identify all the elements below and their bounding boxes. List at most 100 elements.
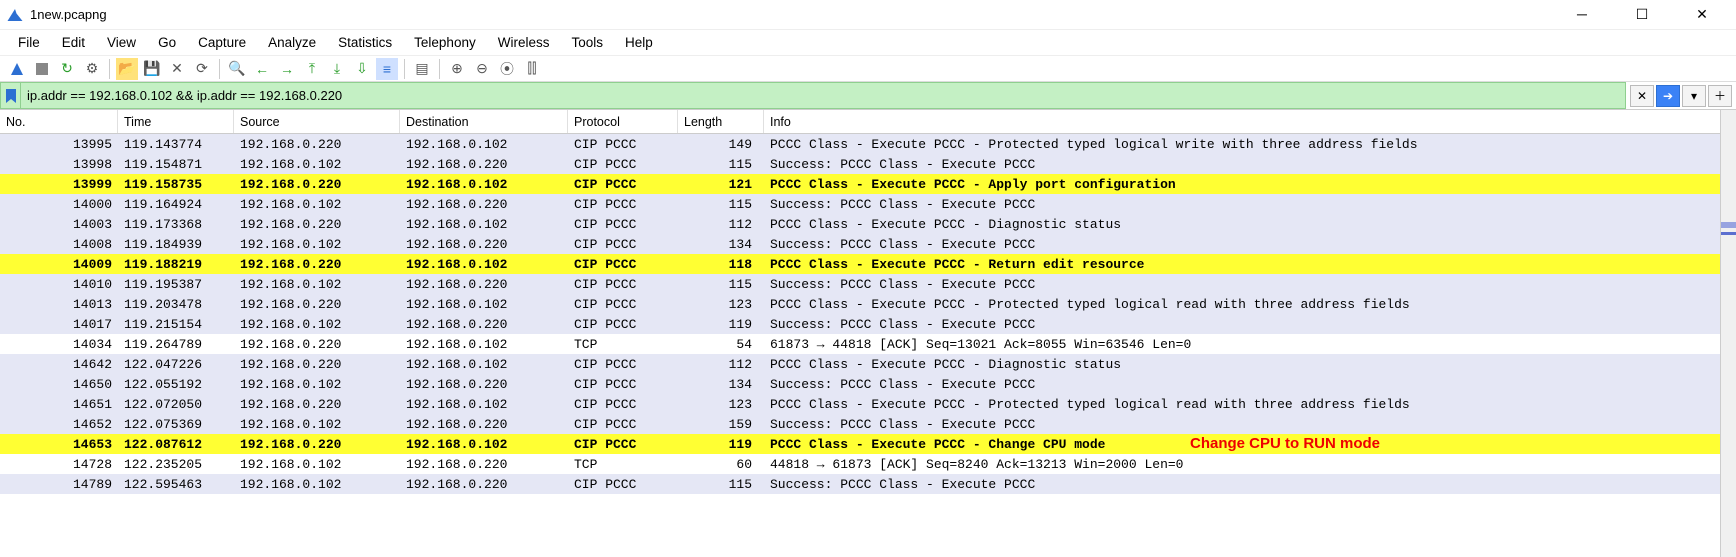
cell-protocol: TCP: [568, 337, 678, 352]
open-file-icon[interactable]: 📂: [116, 58, 138, 80]
clear-filter-button[interactable]: ✕: [1630, 85, 1654, 107]
go-forward-icon[interactable]: →: [276, 58, 298, 80]
cell-time: 119.158735: [118, 177, 234, 192]
col-info[interactable]: Info: [764, 110, 1736, 133]
apply-filter-button[interactable]: ➔: [1656, 85, 1680, 107]
restart-capture-icon[interactable]: ↻: [56, 58, 78, 80]
menu-help[interactable]: Help: [615, 33, 663, 52]
close-file-icon[interactable]: ✕: [166, 58, 188, 80]
resize-columns-icon[interactable]: ⫿⫿: [521, 58, 543, 80]
display-filter-input[interactable]: [20, 82, 1626, 109]
cell-protocol: CIP PCCC: [568, 417, 678, 432]
menu-tools[interactable]: Tools: [561, 33, 613, 52]
close-button[interactable]: ✕: [1684, 6, 1720, 23]
cell-source: 192.168.0.220: [234, 437, 400, 452]
go-back-icon[interactable]: ←: [251, 58, 273, 80]
cell-destination: 192.168.0.102: [400, 437, 568, 452]
table-row[interactable]: 13995119.143774192.168.0.220192.168.0.10…: [0, 134, 1736, 154]
menu-file[interactable]: File: [8, 33, 50, 52]
cell-destination: 192.168.0.102: [400, 137, 568, 152]
cell-source: 192.168.0.220: [234, 217, 400, 232]
filter-history-button[interactable]: ▾: [1682, 85, 1706, 107]
col-source[interactable]: Source: [234, 110, 400, 133]
cell-no: 14728: [0, 457, 118, 472]
cell-time: 119.264789: [118, 337, 234, 352]
cell-no: 14017: [0, 317, 118, 332]
go-to-packet-icon[interactable]: ⤒: [301, 58, 323, 80]
col-length[interactable]: Length: [678, 110, 764, 133]
bookmark-filter-icon[interactable]: [0, 82, 20, 109]
cell-length: 123: [678, 297, 764, 312]
menu-analyze[interactable]: Analyze: [258, 33, 326, 52]
go-first-icon[interactable]: ⤓: [326, 58, 348, 80]
cell-info: PCCC Class - Execute PCCC - Protected ty…: [764, 397, 1736, 412]
cell-source: 192.168.0.102: [234, 317, 400, 332]
table-row[interactable]: 14642122.047226192.168.0.220192.168.0.10…: [0, 354, 1736, 374]
capture-options-icon[interactable]: ⚙: [81, 58, 103, 80]
cell-no: 14009: [0, 257, 118, 272]
cell-length: 159: [678, 417, 764, 432]
cell-length: 123: [678, 397, 764, 412]
zoom-in-icon[interactable]: ⊕: [446, 58, 468, 80]
cell-source: 192.168.0.102: [234, 417, 400, 432]
table-row[interactable]: 14034119.264789192.168.0.220192.168.0.10…: [0, 334, 1736, 354]
cell-protocol: CIP PCCC: [568, 397, 678, 412]
packet-list[interactable]: 13995119.143774192.168.0.220192.168.0.10…: [0, 134, 1736, 494]
cell-source: 192.168.0.102: [234, 237, 400, 252]
cell-source: 192.168.0.220: [234, 297, 400, 312]
zoom-reset-icon[interactable]: ⦿: [496, 58, 518, 80]
table-row[interactable]: 14003119.173368192.168.0.220192.168.0.10…: [0, 214, 1736, 234]
col-protocol[interactable]: Protocol: [568, 110, 678, 133]
menu-edit[interactable]: Edit: [52, 33, 95, 52]
menu-telephony[interactable]: Telephony: [404, 33, 486, 52]
table-row[interactable]: 13998119.154871192.168.0.102192.168.0.22…: [0, 154, 1736, 174]
maximize-button[interactable]: ☐: [1624, 6, 1660, 23]
table-row[interactable]: 14651122.072050192.168.0.220192.168.0.10…: [0, 394, 1736, 414]
zoom-out-icon[interactable]: ⊖: [471, 58, 493, 80]
auto-scroll-icon[interactable]: ≡: [376, 58, 398, 80]
cell-info: PCCC Class - Execute PCCC - Protected ty…: [764, 137, 1736, 152]
cell-destination: 192.168.0.220: [400, 197, 568, 212]
table-row[interactable]: 14008119.184939192.168.0.102192.168.0.22…: [0, 234, 1736, 254]
minimize-button[interactable]: ─: [1564, 6, 1600, 23]
cell-info: Success: PCCC Class - Execute PCCC: [764, 317, 1736, 332]
table-row[interactable]: 14000119.164924192.168.0.102192.168.0.22…: [0, 194, 1736, 214]
reload-file-icon[interactable]: ⟳: [191, 58, 213, 80]
table-row[interactable]: 14789122.595463192.168.0.102192.168.0.22…: [0, 474, 1736, 494]
cell-destination: 192.168.0.220: [400, 377, 568, 392]
cell-info: PCCC Class - Execute PCCC - Protected ty…: [764, 297, 1736, 312]
cell-protocol: CIP PCCC: [568, 237, 678, 252]
stop-capture-icon[interactable]: [31, 58, 53, 80]
cell-time: 122.075369: [118, 417, 234, 432]
go-last-icon[interactable]: ⇩: [351, 58, 373, 80]
cell-length: 60: [678, 457, 764, 472]
table-row[interactable]: 14017119.215154192.168.0.102192.168.0.22…: [0, 314, 1736, 334]
table-row[interactable]: 14013119.203478192.168.0.220192.168.0.10…: [0, 294, 1736, 314]
table-row[interactable]: 14009119.188219192.168.0.220192.168.0.10…: [0, 254, 1736, 274]
overview-scrollbar[interactable]: [1720, 110, 1736, 557]
save-file-icon[interactable]: 💾: [141, 58, 163, 80]
col-destination[interactable]: Destination: [400, 110, 568, 133]
col-no[interactable]: No.: [0, 110, 118, 133]
cell-time: 119.195387: [118, 277, 234, 292]
table-row[interactable]: 14650122.055192192.168.0.102192.168.0.22…: [0, 374, 1736, 394]
menu-capture[interactable]: Capture: [188, 33, 256, 52]
table-row[interactable]: 14652122.075369192.168.0.102192.168.0.22…: [0, 414, 1736, 434]
table-row[interactable]: 14653122.087612192.168.0.220192.168.0.10…: [0, 434, 1736, 454]
cell-protocol: CIP PCCC: [568, 297, 678, 312]
cell-time: 119.184939: [118, 237, 234, 252]
colorize-icon[interactable]: ▤: [411, 58, 433, 80]
start-capture-icon[interactable]: [6, 58, 28, 80]
table-row[interactable]: 14728122.235205192.168.0.102192.168.0.22…: [0, 454, 1736, 474]
cell-source: 192.168.0.220: [234, 137, 400, 152]
menu-view[interactable]: View: [97, 33, 146, 52]
menu-wireless[interactable]: Wireless: [488, 33, 560, 52]
find-packet-icon[interactable]: 🔍: [226, 58, 248, 80]
add-filter-button[interactable]: ＋: [1708, 85, 1732, 107]
table-row[interactable]: 13999119.158735192.168.0.220192.168.0.10…: [0, 174, 1736, 194]
menu-statistics[interactable]: Statistics: [328, 33, 402, 52]
col-time[interactable]: Time: [118, 110, 234, 133]
table-row[interactable]: 14010119.195387192.168.0.102192.168.0.22…: [0, 274, 1736, 294]
menu-go[interactable]: Go: [148, 33, 186, 52]
cell-destination: 192.168.0.102: [400, 177, 568, 192]
